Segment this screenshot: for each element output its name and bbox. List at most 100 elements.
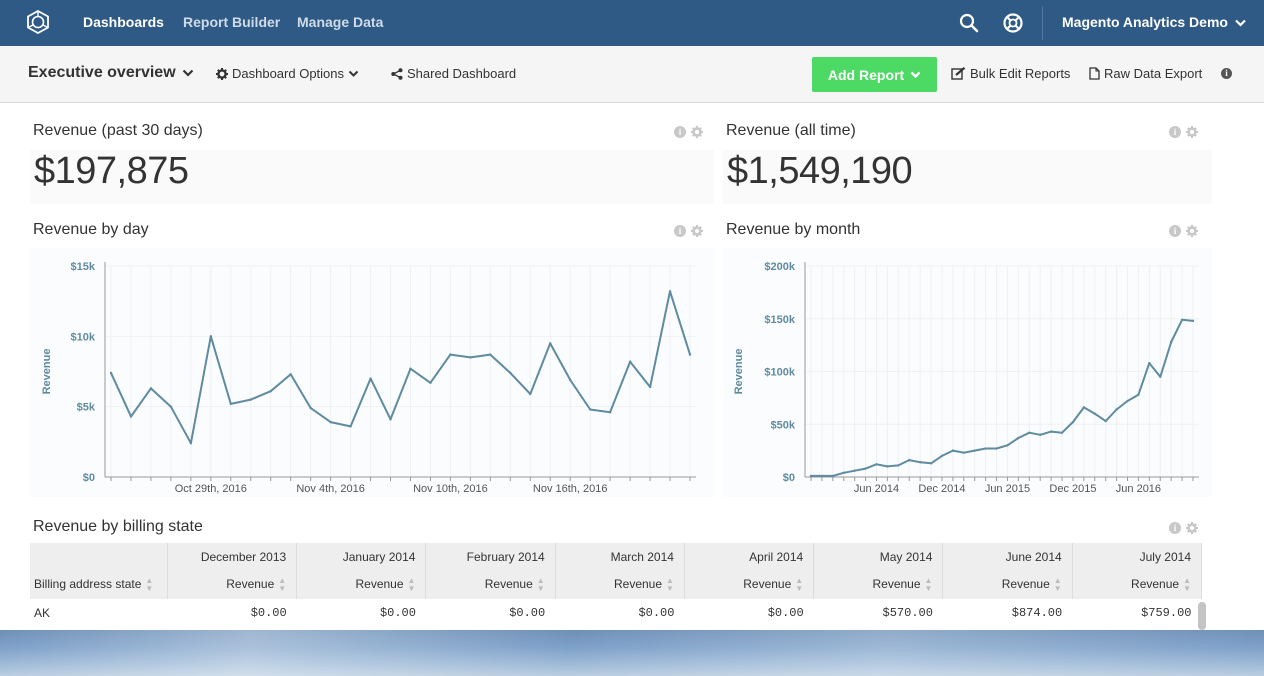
- x-tick-label: Oct 29th, 2016: [175, 483, 247, 495]
- column-header-label: Revenue: [613, 577, 663, 592]
- info-icon[interactable]: i: [674, 225, 686, 237]
- info-icon[interactable]: i: [1169, 225, 1181, 237]
- gear-icon[interactable]: [691, 225, 703, 237]
- x-tick-label: Nov 16th, 2016: [533, 483, 608, 495]
- sort-icon[interactable]: ▲ ▼: [408, 577, 416, 593]
- data-point: [529, 392, 532, 396]
- sort-icon[interactable]: ▲ ▼: [666, 577, 674, 593]
- gear-icon[interactable]: [1186, 126, 1198, 138]
- table-cell-state: AK: [34, 606, 51, 620]
- data-point: [309, 406, 312, 410]
- data-point: [973, 449, 976, 452]
- column-header-revenue[interactable]: Revenue ▲ ▼: [425, 571, 556, 599]
- column-header-revenue[interactable]: Revenue ▲ ▼: [813, 571, 944, 599]
- sort-icon[interactable]: ▲ ▼: [537, 577, 545, 593]
- column-header-revenue[interactable]: Revenue ▲ ▼: [167, 571, 298, 599]
- y-tick-label: $150k: [764, 314, 795, 326]
- info-icon[interactable]: i: [1169, 522, 1181, 534]
- table-cell-value: $0.00: [767, 606, 804, 620]
- y-tick-label: $0: [83, 472, 95, 484]
- data-point: [1104, 419, 1107, 423]
- data-point: [1159, 375, 1162, 378]
- data-point: [962, 451, 965, 454]
- background-streak: [0, 630, 1264, 676]
- nav-report-builder[interactable]: Report Builder: [183, 14, 280, 30]
- data-point: [588, 408, 592, 411]
- data-point: [1191, 319, 1195, 323]
- logo-icon[interactable]: [26, 10, 50, 34]
- nav-dashboards[interactable]: Dashboards: [83, 14, 164, 30]
- data-point: [908, 458, 911, 462]
- column-header-revenue[interactable]: Revenue ▲ ▼: [942, 571, 1073, 599]
- column-header-billing-state[interactable]: Billing address state ▲ ▼: [30, 571, 168, 599]
- column-header-revenue[interactable]: Revenue ▲ ▼: [1072, 571, 1203, 599]
- x-tick-label: Dec 2015: [1049, 483, 1096, 495]
- sort-icon[interactable]: ▲ ▼: [1054, 577, 1062, 593]
- data-point: [628, 360, 632, 363]
- sort-icon[interactable]: ▲ ▼: [1183, 577, 1191, 593]
- data-point: [209, 335, 213, 338]
- shared-dashboard-button[interactable]: Shared Dashboard: [391, 66, 516, 81]
- sort-icon[interactable]: ▲ ▼: [795, 577, 803, 593]
- data-point: [449, 353, 452, 356]
- data-point: [369, 377, 372, 380]
- column-header-month: January 2014: [296, 543, 427, 571]
- sort-icon[interactable]: ▲ ▼: [278, 577, 286, 593]
- data-point: [809, 474, 813, 478]
- data-point: [469, 356, 472, 359]
- data-point: [918, 461, 922, 464]
- bulk-edit-button[interactable]: Bulk Edit Reports: [951, 66, 1070, 81]
- nav-divider: [1042, 6, 1043, 40]
- data-point: [886, 465, 889, 468]
- kpi-value: $197,875: [34, 150, 189, 192]
- data-point: [109, 371, 113, 375]
- dashboard-options-button[interactable]: Dashboard Options: [216, 66, 359, 81]
- card-title-revenue-by-day: Revenue by day: [33, 221, 149, 238]
- column-header-revenue[interactable]: Revenue ▲ ▼: [296, 571, 427, 599]
- billing-state-table-container[interactable]: December 2013 January 2014 February 2014 Ma…: [30, 543, 1210, 631]
- card-title-revenue-by-month: Revenue by month: [726, 221, 861, 238]
- data-point: [1039, 433, 1042, 436]
- sort-icon[interactable]: ▲ ▼: [925, 577, 933, 593]
- column-header-revenue[interactable]: Revenue ▲ ▼: [555, 571, 685, 599]
- add-report-button[interactable]: Add Report: [812, 57, 937, 92]
- data-point: [1137, 393, 1140, 396]
- search-icon[interactable]: [958, 12, 980, 34]
- chevron-down-icon: [182, 69, 193, 77]
- table-corner-cell: [30, 543, 168, 571]
- data-point: [429, 381, 432, 384]
- chart-svg: $0 $50k $100k $150k $200k Jun 2014 Dec 2014 Jun…: [733, 261, 1199, 495]
- info-icon[interactable]: i: [1221, 68, 1232, 79]
- data-point: [688, 353, 692, 356]
- data-point: [864, 467, 867, 470]
- x-tick-label: Jun 2014: [854, 483, 899, 495]
- data-point: [929, 462, 933, 465]
- gear-icon[interactable]: [1186, 225, 1198, 237]
- data-point: [549, 342, 552, 345]
- data-point: [1115, 408, 1118, 411]
- data-point: [329, 420, 332, 424]
- table-cell-value: $759.00: [1141, 606, 1192, 620]
- info-icon[interactable]: i: [1169, 126, 1181, 138]
- gear-icon[interactable]: [691, 126, 703, 138]
- sort-icon[interactable]: ▲ ▼: [145, 577, 153, 593]
- table-row[interactable]: AK $0.00 $0.00 $0.00 $0.00 $0.00 $570.00 $874.0…: [30, 599, 1202, 627]
- nav-manage-data[interactable]: Manage Data: [297, 14, 383, 30]
- info-icon[interactable]: i: [674, 126, 686, 138]
- y-tick-label: $200k: [764, 261, 795, 273]
- data-point: [1148, 361, 1151, 365]
- data-point: [951, 449, 955, 452]
- gear-icon[interactable]: [1186, 522, 1198, 534]
- column-header-revenue[interactable]: Revenue ▲ ▼: [684, 571, 815, 599]
- column-header-label: Revenue: [484, 577, 533, 592]
- help-icon[interactable]: [1002, 12, 1024, 34]
- y-tick-label: $5k: [77, 402, 96, 414]
- table-cell-value: $0.00: [379, 606, 416, 620]
- raw-data-export-button[interactable]: Raw Data Export: [1089, 66, 1202, 81]
- dashboard-selector[interactable]: Executive overview: [28, 64, 194, 82]
- data-point: [1071, 420, 1075, 424]
- chevron-down-icon: [1235, 19, 1246, 27]
- account-menu[interactable]: Magento Analytics Demo: [1062, 14, 1246, 30]
- dashboard-toolbar: Executive overview Dashboard Options Sha…: [0, 46, 1264, 103]
- table-scrollbar[interactable]: [1198, 602, 1206, 630]
